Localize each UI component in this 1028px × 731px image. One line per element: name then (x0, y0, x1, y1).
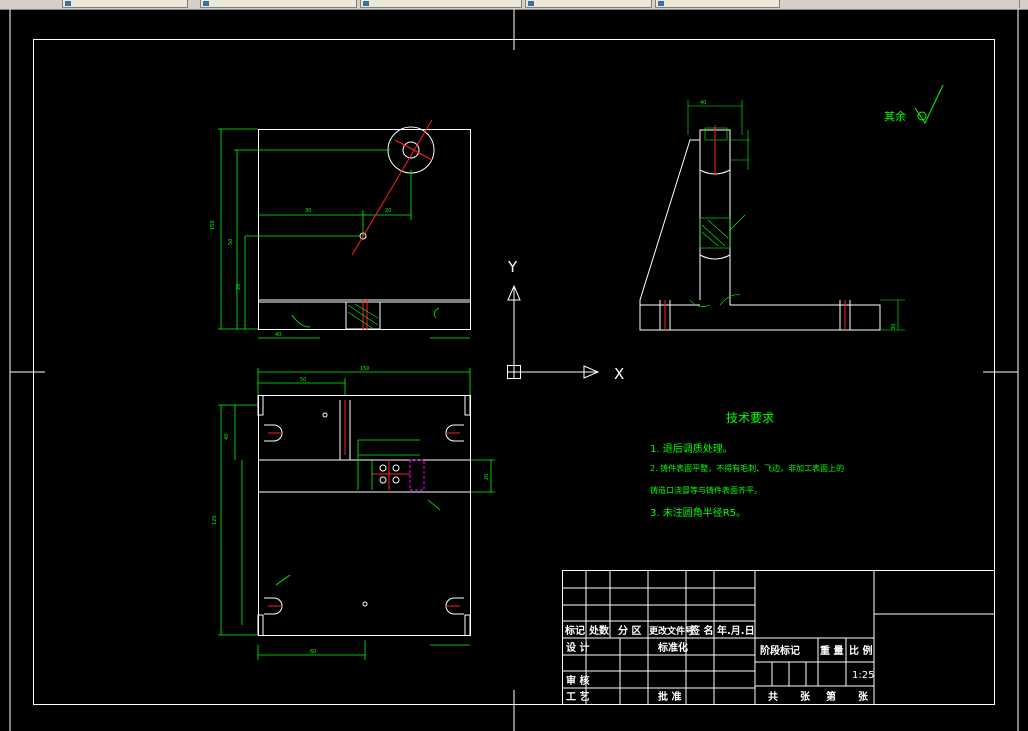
plan-dim-total-width: 150 (360, 366, 370, 372)
front-dim-center-offset: 30 (305, 208, 311, 214)
tb-sheet-no: 第 (826, 690, 836, 703)
drawing-file-icon (203, 1, 209, 6)
tb-sheet-total: 共 (768, 690, 778, 703)
front-dim-base-height: 20 (236, 284, 242, 290)
document-tab-1[interactable] (62, 0, 188, 8)
front-dim-hole-offset: 20 (385, 208, 391, 214)
tb-header-count: 处数 (588, 624, 610, 637)
tech-req-title: 技术要求 (726, 411, 774, 425)
tb-sheet-total-unit: 张 (800, 690, 811, 703)
tb-scale-value: 1:25 (852, 670, 874, 681)
drawing-file-icon (363, 1, 369, 6)
tb-header-zone: 分 区 (618, 624, 641, 637)
document-tab-3[interactable] (360, 0, 522, 8)
tech-req-item-4: 3. 未注圆角半径R5。 (650, 506, 746, 519)
technical-requirements: 技术要求 1. 退后调质处理。 2. 铸件表面平整，不得有毛刺、飞边，非加工表面… (650, 411, 844, 519)
side-dim-foot-height: 30 (891, 324, 897, 330)
document-tab-5[interactable] (655, 0, 780, 8)
plan-view: 150 50 40 120 60 20 (212, 366, 495, 660)
front-dim-total-height: 150 (210, 220, 216, 230)
drawing-canvas[interactable]: 150 50 20 30 20 40 150 50 40 120 60 20 3… (0, 9, 1028, 731)
tb-approve: 批 准 (658, 690, 681, 703)
drawing-file-icon (528, 1, 534, 6)
tb-header-date: 年.月.日 (717, 624, 755, 637)
side-dim-top-width: 40 (700, 100, 706, 106)
tb-sheet-no-unit: 张 (858, 690, 869, 703)
front-dim-hole-height: 50 (228, 239, 234, 245)
ucs-x-label: X (614, 365, 624, 383)
front-dim-foot-width: 40 (275, 332, 281, 338)
tb-header-change-doc: 更改文件号 (649, 625, 694, 637)
plan-dim-bottom-offset: 60 (310, 649, 316, 655)
front-view: 150 50 20 30 20 40 (210, 119, 471, 339)
tech-req-item-3: 铸造口浇冒等与铸件表面齐平。 (650, 485, 762, 495)
ucs-icon: Y X (507, 258, 624, 383)
cad-application: 150 50 20 30 20 40 150 50 40 120 60 20 3… (0, 0, 1028, 731)
roughness-check-icon (914, 84, 944, 125)
plan-dim-total-length: 120 (212, 515, 218, 525)
tech-req-item-2: 2. 铸件表面平整，不得有毛刺、飞边，非加工表面上的 (650, 463, 844, 473)
plan-dim-top-height: 40 (224, 434, 230, 440)
tb-weight: 重 量 (820, 644, 843, 657)
document-tab-4[interactable] (525, 0, 652, 8)
title-block: 标记 处数 分 区 更改文件号 签 名 年.月.日 设 计 审 核 工 艺 标准… (562, 570, 995, 705)
tb-header-sign: 签 名 (689, 624, 713, 637)
tb-row-process: 工 艺 (566, 690, 589, 703)
drawing-file-icon (65, 1, 71, 6)
close-icon[interactable] (1019, 0, 1028, 8)
document-tab-2[interactable] (200, 0, 357, 8)
tb-header-mark: 标记 (564, 624, 585, 637)
tb-scale-label: 比 例 (849, 644, 872, 657)
surface-finish-label: 其余 (884, 109, 906, 123)
side-view: 30 40 (639, 100, 905, 331)
drawing-file-icon (658, 1, 664, 6)
ucs-y-label: Y (507, 258, 518, 276)
surface-finish-symbol: 其余 (884, 84, 944, 125)
tb-standardization: 标准化 (657, 641, 688, 654)
tb-stage-mark: 阶段标记 (760, 644, 800, 657)
plan-dim-slot-offset: 50 (300, 377, 306, 383)
tb-row-design: 设 计 (566, 641, 589, 654)
tb-row-check: 审 核 (566, 674, 589, 687)
tech-req-item-1: 1. 退后调质处理。 (650, 443, 733, 455)
plan-dim-slot-height: 20 (484, 474, 490, 480)
